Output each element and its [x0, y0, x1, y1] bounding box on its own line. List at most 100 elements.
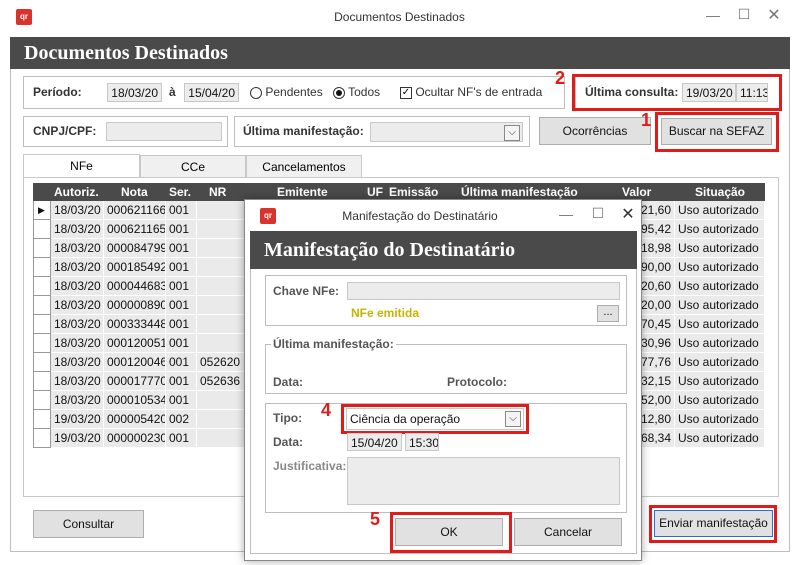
row-header[interactable] [33, 391, 51, 410]
annotation-1: 1 [641, 110, 652, 130]
date-to-input[interactable]: 15/04/20 [184, 83, 239, 102]
cell-situacao: Uso autorizado [675, 258, 765, 277]
ocultar-label: Ocultar NF's de entrada [415, 85, 543, 99]
data2-time-input[interactable]: 15:30 [405, 433, 439, 451]
protocolo-label: Protocolo: [447, 375, 507, 389]
tab-nfe[interactable]: NFe [23, 154, 140, 178]
col-ultima-manifestacao[interactable]: Última manifestação [461, 185, 578, 199]
cell-autoriz: 18/03/20 [51, 353, 104, 372]
col-nota[interactable]: Nota [121, 185, 148, 199]
row-header[interactable] [33, 372, 51, 391]
current-row-arrow-icon[interactable]: ▶ [33, 201, 51, 220]
cell-nr [197, 315, 245, 334]
ultima-consulta-time: 11:13 [736, 83, 768, 102]
cancelar-button[interactable]: Cancelar [514, 518, 622, 546]
col-nr[interactable]: NR [209, 185, 226, 199]
ultima-manifestacao-label: Última manifestação: [243, 124, 364, 138]
radio-pendentes-circle[interactable] [250, 86, 262, 99]
ultima-consulta-label: Última consulta: [585, 85, 679, 99]
cell-situacao: Uso autorizado [675, 429, 765, 448]
cell-nota: 000621165 [104, 220, 166, 239]
chevron-down-icon[interactable]: ⌵ [504, 125, 520, 141]
radio-todos-label: Todos [348, 85, 381, 99]
annotation-4: 4 [321, 400, 332, 420]
row-header[interactable] [33, 410, 51, 429]
cell-ser: 001 [166, 315, 197, 334]
ocultar-checkbox[interactable]: ✓ Ocultar NF's de entrada [400, 85, 542, 99]
col-valor[interactable]: Valor [622, 185, 651, 199]
cell-nota: 000010534 [104, 391, 166, 410]
check-icon[interactable]: ✓ [400, 86, 412, 99]
cell-nota: 000120046 [104, 353, 166, 372]
col-situacao[interactable]: Situação [695, 185, 745, 199]
col-emissao[interactable]: Emissão [389, 185, 438, 199]
cell-autoriz: 18/03/20 [51, 372, 104, 391]
chave-input[interactable] [347, 282, 620, 300]
cell-nr [197, 334, 245, 353]
cell-nota: 000120051 [104, 334, 166, 353]
row-header[interactable] [33, 315, 51, 334]
row-header[interactable] [33, 353, 51, 372]
cell-nr [197, 391, 245, 410]
col-ser[interactable]: Ser. [169, 185, 191, 199]
row-header[interactable] [33, 258, 51, 277]
tipo-label: Tipo: [273, 411, 303, 425]
annotation-2: 2 [555, 68, 566, 88]
cell-situacao: Uso autorizado [675, 410, 765, 429]
cell-ser: 001 [166, 334, 197, 353]
cell-ser: 001 [166, 220, 197, 239]
cnpj-input[interactable] [106, 122, 222, 141]
tab-cancelamentos[interactable]: Cancelamentos [246, 155, 362, 177]
row-header[interactable] [33, 334, 51, 353]
cell-autoriz: 18/03/20 [51, 296, 104, 315]
date-from-input[interactable]: 18/03/20 [107, 83, 162, 102]
cell-nr [197, 410, 245, 429]
minimize-icon[interactable]: — [698, 7, 728, 23]
row-header[interactable] [33, 220, 51, 239]
dialog-close-icon[interactable]: ✕ [613, 204, 643, 224]
consultar-button[interactable]: Consultar [33, 510, 144, 538]
cell-autoriz: 18/03/20 [51, 201, 104, 220]
highlight-box-1 [655, 112, 779, 152]
ultima-manifestacao-select[interactable]: ⌵ [370, 122, 523, 142]
cell-autoriz: 18/03/20 [51, 391, 104, 410]
annotation-5: 5 [370, 509, 381, 529]
maximize-icon[interactable]: ☐ [729, 6, 759, 23]
periodo-label: Período: [33, 85, 82, 99]
cell-ser: 002 [166, 410, 197, 429]
col-autoriz[interactable]: Autoriz. [54, 185, 99, 199]
row-header[interactable] [33, 296, 51, 315]
close-icon[interactable]: ✕ [759, 5, 789, 25]
cell-situacao: Uso autorizado [675, 296, 765, 315]
cell-ser: 001 [166, 258, 197, 277]
dialog-minimize-icon[interactable]: — [551, 206, 581, 222]
cell-nota: 000084799 [104, 239, 166, 258]
radio-todos-circle[interactable] [333, 86, 345, 99]
justificativa-textarea[interactable] [347, 457, 620, 505]
row-header[interactable] [33, 429, 51, 448]
dialog-header: Manifestação do Destinatário [250, 231, 637, 269]
radio-todos[interactable]: Todos [333, 85, 380, 99]
dialog-title: Manifestação do Destinatário [342, 209, 498, 223]
browse-button[interactable]: ... [597, 305, 619, 322]
ultima-group-label: Última manifestação: [271, 337, 396, 351]
col-emitente[interactable]: Emitente [277, 185, 328, 199]
cell-situacao: Uso autorizado [675, 391, 765, 410]
data2-date-input[interactable]: 15/04/20 [347, 433, 402, 451]
cell-ser: 001 [166, 277, 197, 296]
cell-autoriz: 18/03/20 [51, 277, 104, 296]
row-header[interactable] [33, 277, 51, 296]
dialog-maximize-icon[interactable]: ☐ [583, 205, 613, 222]
cell-ser: 001 [166, 391, 197, 410]
radio-pendentes[interactable]: Pendentes [250, 85, 323, 99]
cell-autoriz: 19/03/20 [51, 429, 104, 448]
col-uf[interactable]: UF [367, 185, 383, 199]
row-header[interactable] [33, 239, 51, 258]
radio-pendentes-label: Pendentes [265, 85, 323, 99]
cell-situacao: Uso autorizado [675, 334, 765, 353]
ocorrencias-button[interactable]: Ocorrências [539, 117, 651, 145]
cell-autoriz: 18/03/20 [51, 239, 104, 258]
tab-cce[interactable]: CCe [140, 155, 246, 177]
ultima-group [265, 344, 627, 394]
cell-nota: 000000890 [104, 296, 166, 315]
